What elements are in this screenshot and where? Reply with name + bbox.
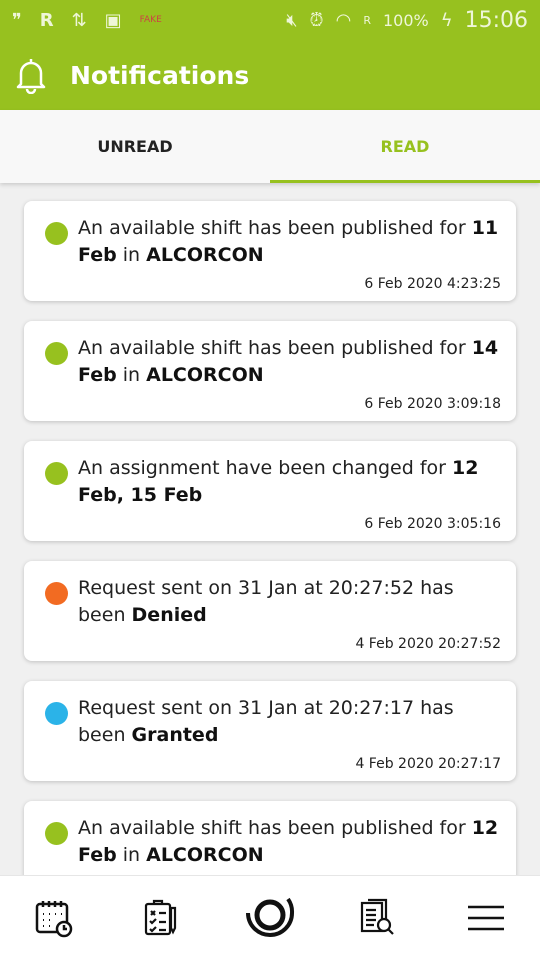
status-dot-orange (45, 582, 68, 605)
message-part: in (116, 844, 147, 866)
status-dot-green (45, 342, 68, 365)
message-part: An available shift has been published fo… (78, 817, 472, 839)
message-part: in (116, 244, 147, 266)
message-part: in (116, 364, 147, 386)
wifi-icon: ◠ (335, 9, 352, 31)
message-part: ALCORCON (146, 244, 264, 266)
message-part: Denied (131, 604, 207, 626)
notification-message: An available shift has been published fo… (78, 215, 502, 269)
battery-percent: 100% (382, 10, 429, 30)
message-part: Granted (131, 724, 219, 746)
notification-timestamp: 4 Feb 2020 20:27:17 (355, 756, 501, 772)
notification-message: Request sent on 31 Jan at 20:27:17 has b… (78, 695, 502, 749)
notification-card[interactable]: An available shift has been published fo… (24, 321, 516, 421)
data-transfer-icon: ⇅ (71, 9, 87, 31)
bottom-nav (0, 875, 540, 960)
tab-unread[interactable]: UNREAD (0, 110, 270, 183)
message-part: ALCORCON (146, 844, 264, 866)
notification-card[interactable]: An available shift has been published fo… (24, 201, 516, 301)
notification-message: An available shift has been published fo… (78, 815, 502, 869)
hangouts-icon: ❞ (12, 9, 22, 31)
bell-icon (16, 59, 46, 94)
notification-timestamp: 6 Feb 2020 3:09:18 (364, 396, 501, 412)
document-search-icon[interactable] (348, 888, 408, 948)
signal-icon: R (363, 13, 371, 27)
page-title: Notifications (70, 60, 250, 90)
fake-gps-icon: FAKE (139, 15, 162, 25)
app-bar: Notifications (0, 40, 540, 110)
notification-timestamp: 6 Feb 2020 4:23:25 (364, 276, 501, 292)
message-part: ALCORCON (146, 364, 264, 386)
status-dot-blue (45, 702, 68, 725)
notification-card[interactable]: Request sent on 31 Jan at 20:27:17 has b… (24, 681, 516, 781)
notification-timestamp: 4 Feb 2020 20:27:52 (355, 636, 501, 652)
message-part: An assignment have been changed for (78, 457, 452, 479)
status-dot-green (45, 822, 68, 845)
mute-icon: 🔇︎ (286, 9, 298, 31)
notification-list[interactable]: An available shift has been published fo… (0, 183, 540, 875)
status-bar: ❞ R ⇅ ▣ FAKE 🔇︎ ⏰︎ ◠ R 100% ϟ 15:06 (0, 0, 540, 40)
notification-message: An available shift has been published fo… (78, 335, 502, 389)
menu-icon[interactable] (456, 888, 516, 948)
notification-message: An assignment have been changed for 12 F… (78, 455, 502, 509)
notification-card[interactable]: An assignment have been changed for 12 F… (24, 441, 516, 541)
image-icon: ▣ (104, 9, 122, 31)
clock: 15:06 (464, 7, 528, 33)
notification-card[interactable]: Request sent on 31 Jan at 20:27:52 has b… (24, 561, 516, 661)
app-icon: R (39, 9, 54, 31)
home-logo-icon[interactable] (240, 888, 300, 948)
calendar-clock-icon[interactable] (24, 888, 84, 948)
message-part: An available shift has been published fo… (78, 217, 472, 239)
notification-card[interactable]: An available shift has been published fo… (24, 801, 516, 875)
status-dot-green (45, 222, 68, 245)
message-part: An available shift has been published fo… (78, 337, 472, 359)
tab-read[interactable]: READ (270, 110, 540, 183)
status-dot-green (45, 462, 68, 485)
alarm-icon: ⏰︎ (309, 9, 324, 31)
notification-message: Request sent on 31 Jan at 20:27:52 has b… (78, 575, 502, 629)
notification-timestamp: 6 Feb 2020 3:05:16 (364, 516, 501, 532)
tab-bar: UNREAD READ (0, 110, 540, 183)
checklist-icon[interactable] (132, 888, 192, 948)
battery-charging-icon: ϟ (440, 9, 453, 31)
